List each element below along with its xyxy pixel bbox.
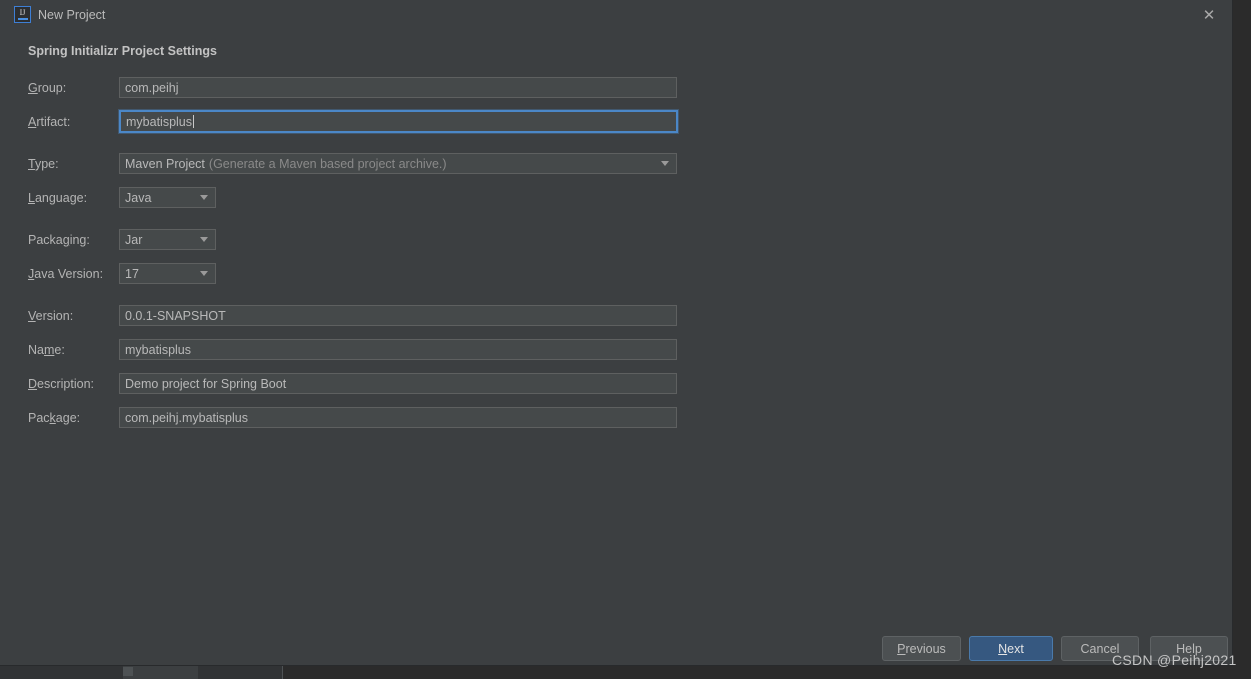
language-combobox-value: Java xyxy=(125,190,152,205)
background-window-divider xyxy=(282,664,283,679)
package-input-value: com.peihj.mybatisplus xyxy=(125,410,248,425)
version-label: Version: xyxy=(28,309,74,323)
description-label: Description: xyxy=(28,377,95,391)
package-label: Package: xyxy=(28,411,81,425)
packaging-label: Packaging: xyxy=(28,233,90,247)
type-combobox-value: Maven Project xyxy=(125,156,205,171)
group-input-value: com.peihj xyxy=(125,80,179,95)
watermark: CSDN @Peihj2021 xyxy=(1112,652,1237,668)
java-version-combobox-value: 17 xyxy=(125,266,139,281)
group-label: Group: xyxy=(28,81,67,95)
java-version-chevron-down-icon[interactable] xyxy=(200,271,208,276)
page-title: Spring Initializr Project Settings xyxy=(28,44,217,58)
intellij-idea-icon-bar xyxy=(17,18,28,20)
packaging-chevron-down-icon[interactable] xyxy=(200,237,208,242)
name-input[interactable]: mybatisplus xyxy=(119,339,677,360)
java-version-label: Java Version: xyxy=(28,267,104,281)
type-chevron-down-icon[interactable] xyxy=(661,161,669,166)
artifact-input-value: mybatisplus xyxy=(126,114,192,129)
type-combobox[interactable]: Maven Project (Generate a Maven based pr… xyxy=(119,153,677,174)
packaging-combobox-value: Jar xyxy=(125,232,143,247)
background-window-right-pane xyxy=(283,664,1251,679)
text-caret xyxy=(193,115,194,128)
artifact-label: Artifact: xyxy=(28,115,71,129)
artifact-input[interactable]: mybatisplus xyxy=(119,110,678,133)
description-input-value: Demo project for Spring Boot xyxy=(125,376,287,391)
desktop-background: IJ New Project ✕ Spring Initializr Proje… xyxy=(0,0,1251,679)
previous-button[interactable]: Previous xyxy=(882,636,961,661)
background-window-tab-marker xyxy=(123,667,133,676)
version-input[interactable]: 0.0.1-SNAPSHOT xyxy=(119,305,677,326)
new-project-dialog: IJ New Project ✕ Spring Initializr Proje… xyxy=(0,0,1233,666)
name-input-value: mybatisplus xyxy=(125,342,191,357)
intellij-idea-icon: IJ xyxy=(14,6,31,23)
language-chevron-down-icon[interactable] xyxy=(200,195,208,200)
version-input-value: 0.0.1-SNAPSHOT xyxy=(125,308,226,323)
group-input[interactable]: com.peihj xyxy=(119,77,677,98)
dialog-titlebar: IJ New Project ✕ xyxy=(0,0,1232,29)
window-title: New Project xyxy=(38,8,106,22)
background-window-tab xyxy=(123,664,198,679)
name-label: Name: xyxy=(28,343,65,357)
type-combobox-hint: (Generate a Maven based project archive.… xyxy=(208,156,447,171)
package-input[interactable]: com.peihj.mybatisplus xyxy=(119,407,677,428)
language-label: Language: xyxy=(28,191,88,205)
description-input[interactable]: Demo project for Spring Boot xyxy=(119,373,677,394)
type-label: Type: xyxy=(28,157,59,171)
close-icon[interactable]: ✕ xyxy=(1198,4,1220,26)
intellij-idea-icon-letters: IJ xyxy=(19,8,26,17)
next-button[interactable]: Next xyxy=(969,636,1053,661)
